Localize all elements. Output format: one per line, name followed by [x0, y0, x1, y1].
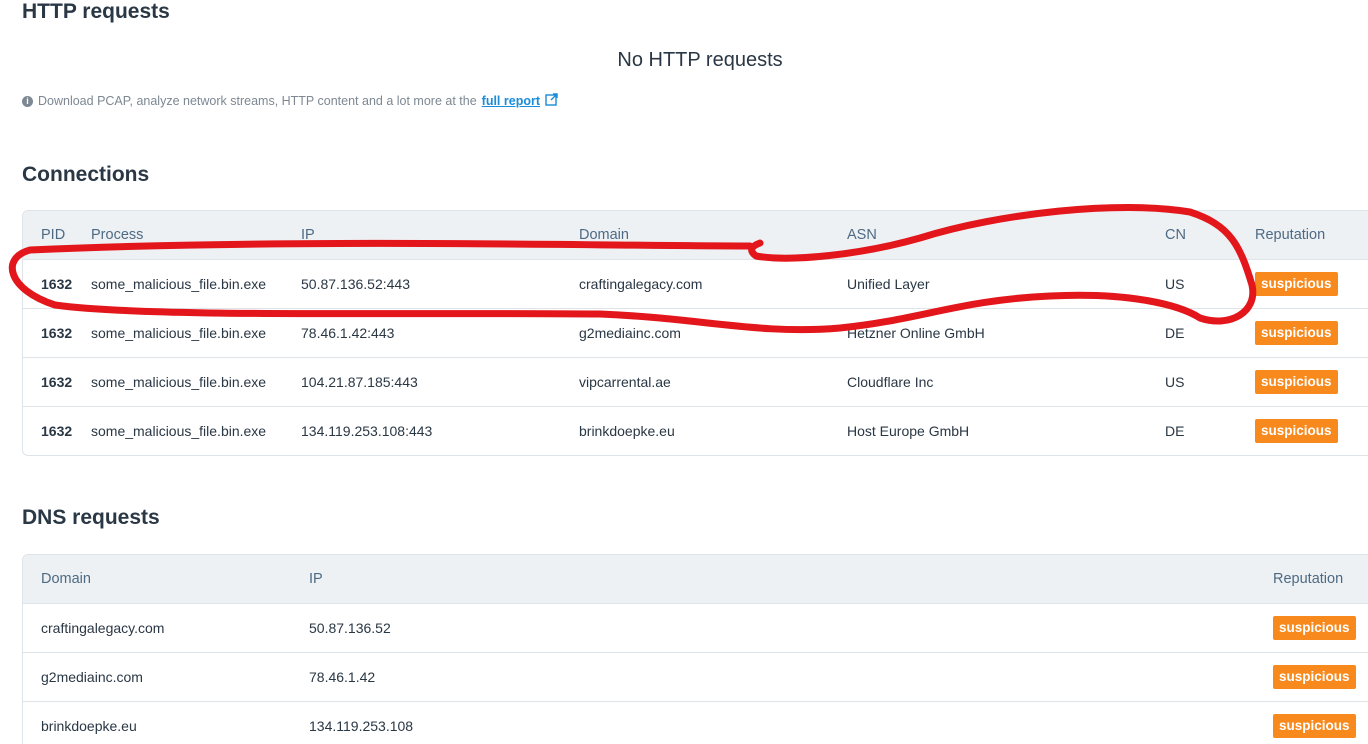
domain-cell: vipcarrental.ae	[579, 373, 671, 390]
process-cell: some_malicious_file.bin.exe	[91, 373, 267, 390]
domain-cell: brinkdoepke.eu	[579, 422, 675, 439]
external-link-icon[interactable]	[545, 93, 558, 109]
reputation-cell: suspicious	[1255, 406, 1368, 455]
full-report-link[interactable]: full report	[482, 94, 540, 108]
pid-cell: 1632	[41, 422, 73, 439]
suspicious-badge: suspicious	[1273, 664, 1356, 689]
dns-row[interactable]: craftingalegacy.com 50.87.136.52 suspici…	[23, 603, 1368, 652]
asn-cell: Hetzner Online GmbH	[847, 324, 985, 341]
ip-cell: 134.119.253.108:443	[301, 422, 433, 439]
reputation-cell: suspicious	[1273, 603, 1368, 652]
info-circle-icon: i	[22, 95, 33, 107]
asn-cell: Cloudflare Inc	[847, 373, 934, 390]
dns-requests-title: DNS requests	[22, 506, 160, 529]
suspicious-badge: suspicious	[1273, 713, 1356, 738]
connections-header-row: PID Process IP Domain ASN CN Reputation	[23, 211, 1368, 259]
header-domain[interactable]: Domain	[23, 555, 309, 603]
ip-cell: 78.46.1.42	[309, 668, 376, 685]
header-domain[interactable]: Domain	[579, 211, 847, 259]
ip-cell: 50.87.136.52:443	[301, 275, 410, 292]
ip-cell: 134.119.253.108	[309, 717, 414, 734]
connection-row[interactable]: 1632 some_malicious_file.bin.exe 78.46.1…	[23, 308, 1368, 357]
header-ip[interactable]: IP	[309, 555, 1273, 603]
pid-cell: 1632	[41, 275, 73, 292]
report-page: HTTP requests No HTTP requests i Downloa…	[0, 0, 1368, 744]
cn-cell: US	[1165, 275, 1185, 292]
header-pid[interactable]: PID	[23, 211, 91, 259]
domain-cell: brinkdoepke.eu	[41, 717, 137, 734]
reputation-cell: suspicious	[1255, 259, 1368, 308]
header-process[interactable]: Process	[91, 211, 301, 259]
ip-cell: 78.46.1.42:443	[301, 324, 395, 341]
dns-table: Domain IP Reputation craftingalegacy.com…	[22, 554, 1368, 744]
cn-cell: DE	[1165, 422, 1185, 439]
connections-title: Connections	[22, 163, 150, 186]
suspicious-badge: suspicious	[1255, 320, 1338, 345]
domain-cell: g2mediainc.com	[41, 668, 143, 685]
reputation-cell: suspicious	[1273, 701, 1368, 744]
suspicious-badge: suspicious	[1255, 271, 1338, 296]
pid-cell: 1632	[41, 324, 73, 341]
header-ip[interactable]: IP	[301, 211, 579, 259]
note-text: Download PCAP, analyze network streams, …	[38, 94, 477, 108]
domain-cell: craftingalegacy.com	[579, 275, 703, 292]
connections-table: PID Process IP Domain ASN CN Reputation …	[22, 210, 1368, 456]
header-reputation[interactable]: Reputation	[1255, 211, 1368, 259]
connection-row[interactable]: 1632 some_malicious_file.bin.exe 134.119…	[23, 406, 1368, 455]
asn-cell: Host Europe GmbH	[847, 422, 970, 439]
header-asn[interactable]: ASN	[847, 211, 1165, 259]
ip-cell: 50.87.136.52	[309, 619, 391, 636]
suspicious-badge: suspicious	[1255, 418, 1338, 443]
process-cell: some_malicious_file.bin.exe	[91, 422, 267, 439]
http-requests-title: HTTP requests	[22, 0, 170, 23]
connection-row[interactable]: 1632 some_malicious_file.bin.exe 50.87.1…	[23, 259, 1368, 308]
suspicious-badge: suspicious	[1255, 369, 1338, 394]
suspicious-badge: suspicious	[1273, 615, 1356, 640]
full-report-note: i Download PCAP, analyze network streams…	[22, 93, 558, 109]
asn-cell: Unified Layer	[847, 275, 930, 292]
header-cn[interactable]: CN	[1165, 211, 1255, 259]
pid-cell: 1632	[41, 373, 73, 390]
reputation-cell: suspicious	[1255, 308, 1368, 357]
connection-row[interactable]: 1632 some_malicious_file.bin.exe 104.21.…	[23, 357, 1368, 406]
http-empty-message: No HTTP requests	[617, 49, 783, 71]
cn-cell: US	[1165, 373, 1185, 390]
cn-cell: DE	[1165, 324, 1185, 341]
reputation-cell: suspicious	[1255, 357, 1368, 406]
header-reputation[interactable]: Reputation	[1273, 555, 1368, 603]
reputation-cell: suspicious	[1273, 652, 1368, 701]
dns-row[interactable]: brinkdoepke.eu 134.119.253.108 suspiciou…	[23, 701, 1368, 744]
dns-header-row: Domain IP Reputation	[23, 555, 1368, 603]
domain-cell: craftingalegacy.com	[41, 619, 165, 636]
dns-row[interactable]: g2mediainc.com 78.46.1.42 suspicious	[23, 652, 1368, 701]
domain-cell: g2mediainc.com	[579, 324, 681, 341]
ip-cell: 104.21.87.185:443	[301, 373, 418, 390]
process-cell: some_malicious_file.bin.exe	[91, 324, 267, 341]
process-cell: some_malicious_file.bin.exe	[91, 275, 267, 292]
